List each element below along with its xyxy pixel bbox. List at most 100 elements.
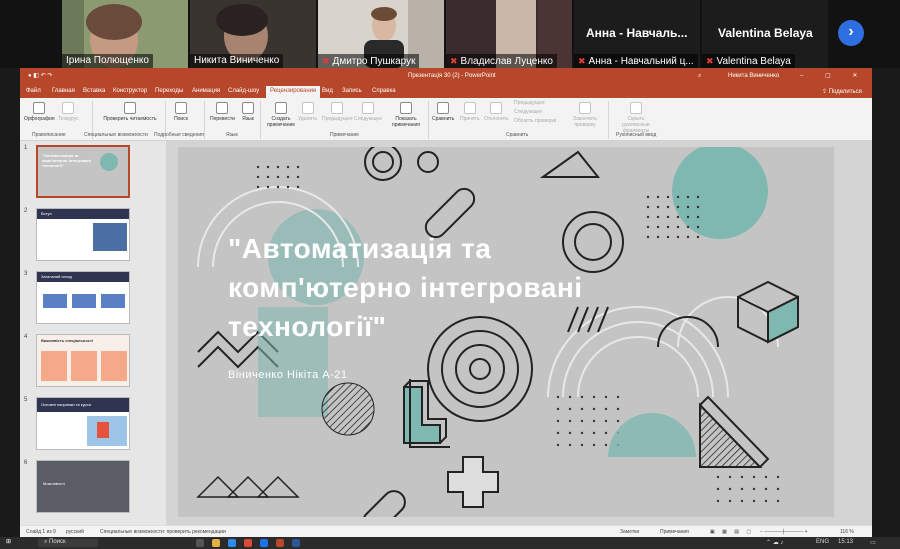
group-proofing: Правописание [32,132,66,138]
accessibility-status[interactable]: Специальные возможности: проверить реком… [100,529,226,535]
delete-comment-button[interactable]: Удалить [298,102,317,122]
window-controls[interactable]: – ▢ ✕ [800,72,867,79]
powerpoint-window: ● ◧ ↶ ↷ Презентація 30 (2) - PowerPoint … [20,68,872,537]
slide-thumbnail[interactable]: Важливість спеціальності [36,334,130,387]
participant-tile[interactable]: Никита Виниченко [190,0,316,68]
reviewing-pane-button[interactable]: Область проверки [514,118,556,124]
translate-button[interactable]: Перевести [210,102,235,122]
slide-subtitle[interactable]: Віниченко Нікіта А-21 [228,369,348,381]
zoom-app-icon[interactable] [260,539,268,547]
windows-start-icon[interactable]: ⊞ [6,538,11,545]
show-comments-button[interactable]: Показать примечания [388,102,424,128]
clock[interactable]: 15:13 [838,539,853,545]
search-icon[interactable]: ⌕ [698,73,701,80]
slide-editor[interactable]: "Автоматизація та комп'ютерно інтегрован… [166,141,872,525]
slide-thumbnail[interactable]: Можливості [36,460,130,513]
ribbon-tabs: Файл Главная Вставка Конструктор Переход… [20,85,872,98]
accept-icon [463,102,476,114]
new-comment-button[interactable]: Создать примечание [266,102,296,128]
search-button[interactable]: Поиск [170,102,192,122]
slide-thumbnail[interactable]: Загальний огляд [36,271,130,324]
tab-slideshow[interactable]: Слайд-шоу [228,88,259,94]
participant-name: ✖ Владислав Луценко [446,54,557,68]
keyboard-language[interactable]: ENG [816,539,829,545]
next-comment-button[interactable]: Следующее [354,102,382,122]
zoom-slider[interactable]: − ─────┼───── + [760,529,808,535]
title-bar: ● ◧ ↶ ↷ Презентація 30 (2) - PowerPoint … [20,68,872,85]
status-bar: Слайд 1 из 9 русский Специальные возможн… [20,525,872,537]
slide-title[interactable]: "Автоматизація та комп'ютерно інтегрован… [228,229,648,346]
mic-muted-icon: ✖ [322,56,330,66]
compare-button[interactable]: Сравнить [432,102,454,122]
slide-thumbnail[interactable]: "Автоматизація та комп'ютерно інтегрован… [36,145,130,198]
file-explorer-icon[interactable] [212,539,220,547]
mic-muted-icon: ✖ [706,56,714,66]
thumbnail-image [93,223,127,251]
share-button[interactable]: ⇪ Поделиться [822,88,862,95]
comments-button[interactable]: Примечания [660,529,689,535]
window-title: Презентація 30 (2) - PowerPoint [408,73,496,79]
slide-thumbnail[interactable]: Вступ [36,208,130,261]
participant-tile[interactable]: ✖ Дмитро Пушкарук [318,0,444,68]
participant-tile[interactable]: Ірина Полющенко [62,0,188,68]
next-change-button[interactable]: Следующее [514,109,542,115]
tab-help[interactable]: Справка [372,88,396,94]
tab-design[interactable]: Конструктор [113,88,147,94]
language-status[interactable]: русский [66,529,84,535]
reject-icon [490,102,503,114]
chrome-icon[interactable] [244,539,252,547]
comments-icon [400,102,412,114]
hide-ink-button[interactable]: Скрыть рукописные фрагменты [614,102,658,134]
task-view-icon[interactable] [196,539,204,547]
previous-comment-button[interactable]: Предыдущее [322,102,353,122]
tray-icons[interactable]: ⌃ ☁ ♪ [766,539,783,546]
notifications-icon[interactable]: ▭ [870,539,876,546]
tab-insert[interactable]: Вставка [83,88,105,94]
notes-button[interactable]: Заметки [620,529,639,535]
tab-home[interactable]: Главная [52,88,75,94]
slide-thumbnail[interactable]: Основні напрямки та курси [36,397,130,450]
zoom-level[interactable]: 116 % [840,529,854,535]
prev-change-button[interactable]: Предыдущее [514,100,545,106]
end-review-button[interactable]: Закончить проверку [568,102,602,128]
tab-file[interactable]: Файл [26,88,41,94]
accessibility-icon [124,102,136,114]
participant-tile[interactable]: Valentina Belaya ✖ Valentina Belaya [702,0,828,68]
next-participants-button[interactable]: › [838,20,864,46]
group-ink: Рукописный ввод [616,132,657,138]
slide-canvas[interactable]: "Автоматизація та комп'ютерно інтегрован… [178,147,834,517]
thumbnail-title: "Автоматизація та комп'ютерно інтегрован… [42,153,92,168]
view-buttons[interactable]: ▣ ▦ ▤ ▢ [710,529,754,535]
edge-icon[interactable] [228,539,236,547]
user-name[interactable]: Никита Виниченко [728,73,779,79]
taskbar-search-label: ⌕ Поиск [44,539,66,545]
tab-record[interactable]: Запись [342,88,362,94]
thumbnail-title: Важливість спеціальності [41,338,94,343]
cube-shape [737,280,799,344]
tab-transitions[interactable]: Переходы [155,88,183,94]
spelling-button[interactable]: Орфография [24,102,55,122]
divider [204,101,205,139]
thumbnail-decoration [100,153,118,171]
tab-animations[interactable]: Анимация [192,88,220,94]
participant-name: ✖ Valentina Belaya [702,54,795,68]
check-accessibility-button[interactable]: Проверить читаемость [100,102,160,122]
reject-button[interactable]: Отклонить [484,102,509,122]
powerpoint-icon[interactable] [276,539,284,547]
tab-review[interactable]: Рецензирование [266,86,321,98]
participant-tile[interactable]: ✖ Владислав Луценко [446,0,572,68]
accept-button[interactable]: Принять [460,102,480,122]
share-icon: ⇪ [822,89,829,95]
participant-display-name: Анна - Навчаль... [586,26,688,40]
previous-icon [331,102,344,114]
search-icon [175,102,187,114]
divider [608,101,609,139]
tab-view[interactable]: Вид [322,88,333,94]
language-button[interactable]: Язык [242,102,254,122]
ink-icon [630,102,642,114]
thesaurus-button[interactable]: Тезаурус [58,102,79,122]
participant-tile[interactable]: Анна - Навчаль... ✖ Анна - Навчальний ц..… [574,0,700,68]
word-icon[interactable] [292,539,300,547]
end-review-icon [579,102,591,114]
autosave-icon[interactable]: ● ◧ ↶ ↷ [28,72,52,79]
